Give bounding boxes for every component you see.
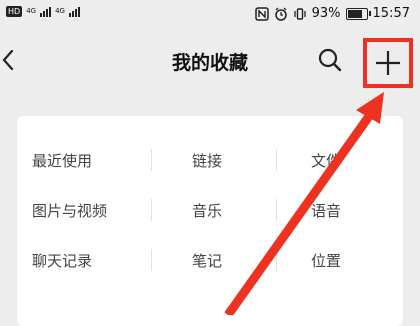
category-location[interactable]: 位置 xyxy=(311,250,341,271)
signal-indicators: HD 4G 4G xyxy=(6,6,80,17)
divider xyxy=(276,199,277,221)
vibrate-icon xyxy=(293,7,306,20)
clock: 15:57 xyxy=(372,6,410,21)
add-button[interactable] xyxy=(363,38,413,88)
hd-badge: HD xyxy=(6,6,23,17)
category-panel: 最近使用 链接 文件 图片与视频 音乐 语音 聊天记录 笔记 位置 xyxy=(17,116,403,326)
status-bar: HD 4G 4G 93% 15:57 xyxy=(0,0,420,30)
divider xyxy=(276,249,277,271)
category-music[interactable]: 音乐 xyxy=(192,200,222,221)
plus-icon xyxy=(376,51,400,75)
category-photos-videos[interactable]: 图片与视频 xyxy=(32,200,107,221)
network-type-1: 4G xyxy=(26,7,37,15)
category-links[interactable]: 链接 xyxy=(192,150,222,171)
signal-icon xyxy=(40,6,52,17)
divider xyxy=(151,149,152,171)
divider xyxy=(151,249,152,271)
page-title: 我的收藏 xyxy=(171,52,248,74)
category-chat-history[interactable]: 聊天记录 xyxy=(32,250,92,271)
battery-icon xyxy=(345,7,371,20)
category-recent[interactable]: 最近使用 xyxy=(32,150,92,171)
category-files[interactable]: 文件 xyxy=(311,150,341,171)
divider xyxy=(151,199,152,221)
nfc-icon xyxy=(254,6,269,21)
status-icons: 93% 15:57 xyxy=(254,6,410,21)
network-type-2: 4G xyxy=(55,7,65,15)
signal-icon-2 xyxy=(68,6,80,17)
search-icon[interactable] xyxy=(316,46,344,74)
divider xyxy=(276,149,277,171)
battery-percent: 93% xyxy=(311,6,341,21)
category-voice[interactable]: 语音 xyxy=(311,200,341,221)
alarm-icon xyxy=(274,7,287,21)
category-notes[interactable]: 笔记 xyxy=(192,250,222,271)
